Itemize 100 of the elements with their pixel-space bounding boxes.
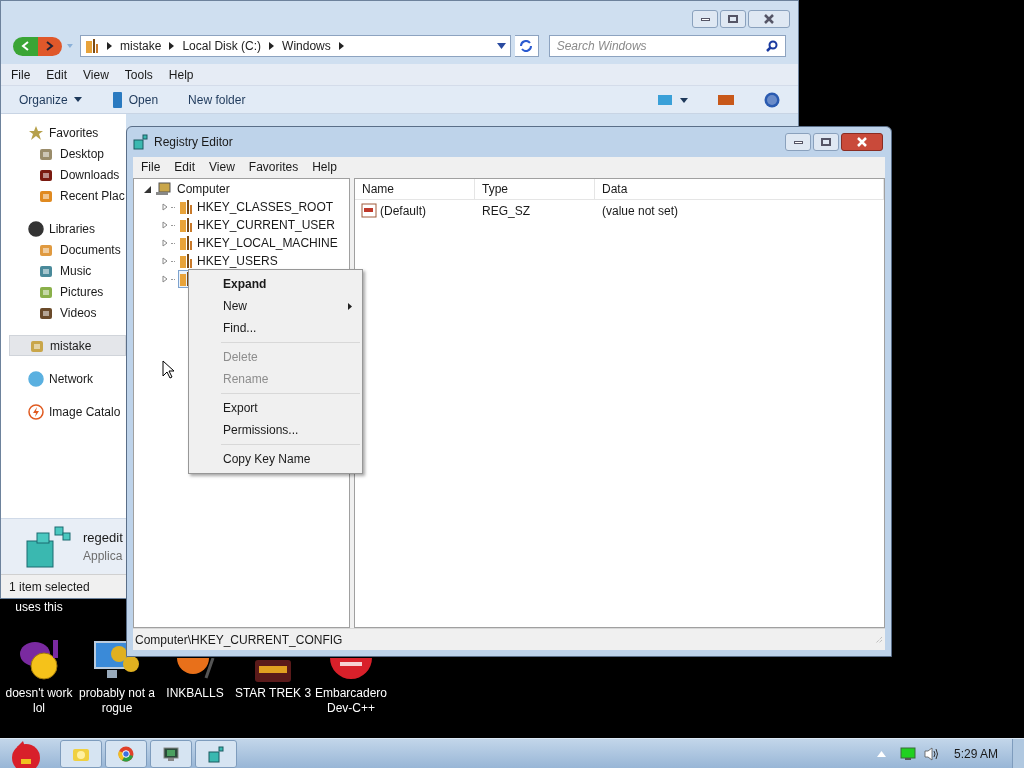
close-button[interactable] <box>748 10 790 28</box>
column-header[interactable]: Name <box>355 179 475 199</box>
close-icon <box>763 14 775 24</box>
tree-node[interactable]: Computer <box>134 180 349 198</box>
string-value-icon <box>361 203 377 219</box>
ide-icon <box>330 658 372 682</box>
menu-item[interactable]: New <box>191 295 360 317</box>
shortcut-label[interactable]: INKBALLS <box>156 686 234 701</box>
speaker-icon[interactable] <box>923 746 940 761</box>
taskbar-button[interactable] <box>150 739 192 768</box>
menu-item[interactable]: Help <box>168 65 194 84</box>
dropdown-icon[interactable] <box>497 43 507 49</box>
expander-icon[interactable] <box>144 185 151 193</box>
shortcut-label[interactable]: STAR TREK 3 <box>234 686 312 701</box>
breadcrumb-item[interactable]: Windows <box>282 37 331 55</box>
menu-item[interactable]: File <box>11 65 31 84</box>
menu-item[interactable]: Edit <box>174 157 196 176</box>
window-title: Registry Editor <box>154 134 233 151</box>
minimize-button[interactable] <box>692 10 718 28</box>
registry-cubes-icon <box>23 524 71 569</box>
column-header[interactable]: Type <box>475 179 595 199</box>
shortcut-label[interactable]: Embarcadero Dev-C++ <box>312 686 390 716</box>
refresh-icon <box>519 40 534 52</box>
caret-icon <box>73 97 82 102</box>
forward-button[interactable] <box>37 36 63 56</box>
folder-icon <box>179 217 193 233</box>
refresh-button[interactable] <box>515 35 539 57</box>
menu-item[interactable]: Expand <box>191 273 360 295</box>
menu-item[interactable]: Favorites <box>248 157 299 176</box>
nav-item[interactable]: Favorites <box>9 122 126 143</box>
table-cell-text: (value not set) <box>601 203 680 220</box>
folder-icon <box>179 253 193 269</box>
tree-node[interactable]: HKEY_LOCAL_MACHINE <box>134 234 349 252</box>
menu-item[interactable]: File <box>141 157 161 176</box>
registry-cubes-icon <box>133 134 149 150</box>
column-header[interactable]: Data <box>595 179 884 199</box>
tree-node[interactable]: HKEY_USERS <box>134 252 349 270</box>
menu-item[interactable]: View <box>83 65 109 84</box>
search-box[interactable]: Search Windows <box>548 35 786 57</box>
close-icon <box>856 137 868 147</box>
shortcut-label[interactable]: probably not a rogue <box>78 686 156 716</box>
view-icon[interactable] <box>658 93 688 106</box>
folder-icon <box>179 235 193 251</box>
open-icon <box>111 91 123 108</box>
menu-item[interactable]: View <box>209 157 235 176</box>
chevron-icon <box>269 42 275 50</box>
maximize-button[interactable] <box>720 10 746 28</box>
menu-item[interactable]: Export <box>191 397 360 419</box>
table-cell-text: REG_SZ <box>481 203 531 220</box>
menu-item[interactable]: Edit <box>46 65 68 84</box>
menu-item[interactable]: Find... <box>191 317 360 339</box>
tree-node[interactable]: HKEY_CURRENT_USER <box>134 216 349 234</box>
search-field[interactable]: Search Windows <box>556 37 766 55</box>
nav-item[interactable]: Music <box>1 260 126 281</box>
preview-pane-icon[interactable] <box>718 93 734 106</box>
menu-item[interactable]: Copy Key Name <box>191 448 360 470</box>
tree-node[interactable]: HKEY_CLASSES_ROOT <box>134 198 349 216</box>
nav-item[interactable]: Videos <box>1 302 126 323</box>
nav-item[interactable]: mistake <box>9 335 126 356</box>
minimize-button[interactable] <box>785 133 811 151</box>
organize-menu[interactable]: Organize <box>19 90 82 109</box>
toolbar-button[interactable]: Open <box>111 90 159 109</box>
breadcrumb-item[interactable]: mistake <box>120 37 162 55</box>
resize-grip-icon[interactable] <box>875 635 883 644</box>
help-icon[interactable] <box>764 91 780 108</box>
close-button[interactable] <box>841 133 883 151</box>
star-icon <box>28 124 44 141</box>
network-icon <box>28 370 44 387</box>
toolbar-button[interactable]: New folder <box>188 90 246 109</box>
menu-item[interactable]: Permissions... <box>191 419 360 441</box>
value-row[interactable]: (Default) REG_SZ (value not set) <box>355 200 884 222</box>
folder-icon <box>179 199 193 215</box>
submenu-arrow-icon <box>348 302 352 310</box>
status-text: 1 item selected <box>9 578 90 596</box>
file-name: regedit <box>83 528 123 547</box>
nav-item[interactable]: Documents <box>1 239 126 260</box>
registry-cubes-icon <box>207 744 225 763</box>
nav-item[interactable]: Network <box>9 368 126 389</box>
maximize-button[interactable] <box>813 133 839 151</box>
menu-item[interactable]: Tools <box>124 65 153 84</box>
nav-item[interactable]: Desktop <box>1 143 126 164</box>
nav-item[interactable]: Pictures <box>1 281 126 302</box>
search-icon <box>766 40 778 52</box>
nav-item[interactable]: Downloads <box>1 164 126 185</box>
address-bar[interactable]: mistake Local Disk (C:) Windows <box>80 35 512 57</box>
nav-item[interactable]: Libraries <box>9 218 126 239</box>
shortcut-label[interactable]: doesn't work lol <box>0 686 78 716</box>
chevron-icon <box>169 42 175 50</box>
nav-item[interactable]: Image Catalo <box>9 401 126 422</box>
taskbar-button[interactable] <box>105 739 147 768</box>
computer-icon <box>155 182 171 196</box>
lightning-icon <box>28 403 44 420</box>
nav-item[interactable]: Recent Plac <box>1 185 126 206</box>
file-type: Applica <box>83 548 123 566</box>
clock[interactable]: 5:29 AM <box>953 744 998 763</box>
taskbar-button[interactable] <box>195 739 237 768</box>
menu-item[interactable]: Help <box>312 157 337 176</box>
libraries-icon <box>28 220 44 237</box>
network-icon[interactable] <box>899 746 916 761</box>
breadcrumb-item[interactable]: Local Disk (C:) <box>182 37 262 55</box>
